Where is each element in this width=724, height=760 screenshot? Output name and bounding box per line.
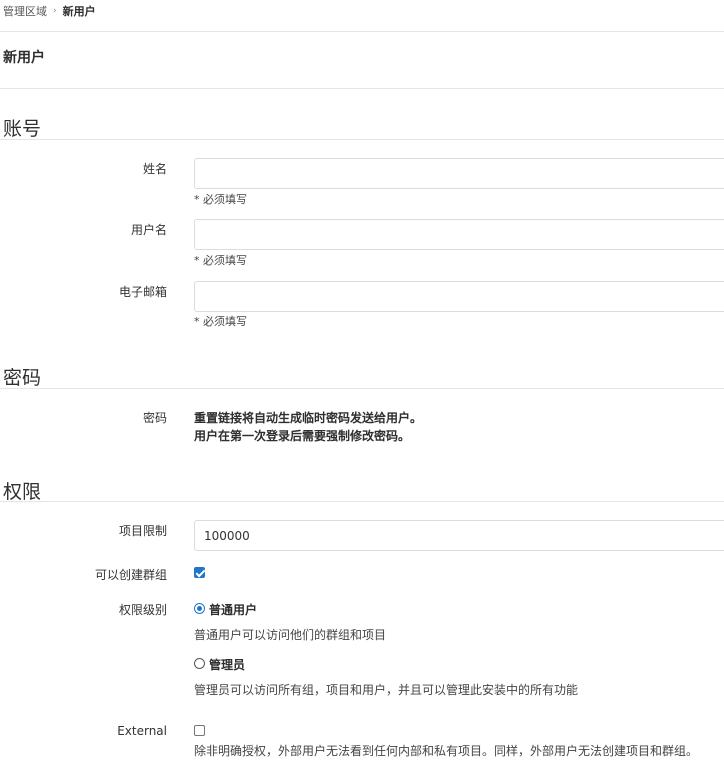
name-help-text: * 必须填写 — [194, 193, 247, 206]
external-checkbox[interactable] — [194, 725, 205, 736]
can-create-group-label: 可以创建群组 — [94, 568, 167, 582]
regular-user-radio[interactable] — [194, 603, 205, 614]
project-limit-label: 项目限制 — [118, 524, 167, 538]
username-label: 用户名 — [130, 223, 167, 237]
divider — [0, 88, 724, 89]
divider — [0, 388, 724, 389]
admin-label[interactable]: 管理员 — [209, 656, 245, 673]
regular-user-label[interactable]: 普通用户 — [209, 601, 257, 618]
divider — [0, 31, 724, 32]
section-title-password: 密码 — [3, 367, 42, 389]
admin-radio[interactable] — [194, 658, 205, 669]
email-label: 电子邮箱 — [118, 285, 167, 299]
divider — [0, 139, 724, 140]
can-create-group-checkbox[interactable] — [194, 567, 205, 578]
access-level-label: 权限级别 — [118, 603, 167, 617]
username-input[interactable] — [194, 219, 724, 250]
password-info-line2: 用户在第一次登录后需要强制修改密码。 — [194, 429, 411, 443]
username-help-text: * 必须填写 — [194, 254, 247, 267]
section-title-permissions: 权限 — [3, 481, 42, 503]
name-label: 姓名 — [142, 162, 167, 176]
divider — [0, 501, 724, 502]
breadcrumb: 管理区域 › 新用户 — [3, 3, 96, 19]
password-info: 重置链接将自动生成临时密码发送给用户。 用户在第一次登录后需要强制修改密码。 — [194, 409, 422, 445]
section-title-account: 账号 — [3, 118, 42, 140]
password-label: 密码 — [142, 411, 167, 425]
breadcrumb-current: 新用户 — [62, 5, 96, 18]
chevron-right-icon: › — [53, 6, 57, 16]
admin-help: 管理员可以访问所有组，项目和用户，并且可以管理此安装中的所有功能 — [194, 683, 579, 697]
external-label: External — [117, 724, 167, 738]
external-help: 除非明确授权，外部用户无法看到任何内部和私有项目。同样，外部用户无法创建项目和群… — [194, 744, 699, 758]
name-input[interactable] — [194, 158, 724, 189]
project-limit-input[interactable] — [194, 520, 724, 551]
email-help-text: * 必须填写 — [194, 315, 247, 328]
breadcrumb-admin-area-link[interactable]: 管理区域 — [3, 3, 47, 19]
email-input[interactable] — [194, 281, 724, 312]
page-title: 新用户 — [3, 50, 45, 66]
password-info-line1: 重置链接将自动生成临时密码发送给用户。 — [194, 411, 423, 425]
regular-user-help: 普通用户可以访问他们的群组和项目 — [194, 628, 387, 642]
